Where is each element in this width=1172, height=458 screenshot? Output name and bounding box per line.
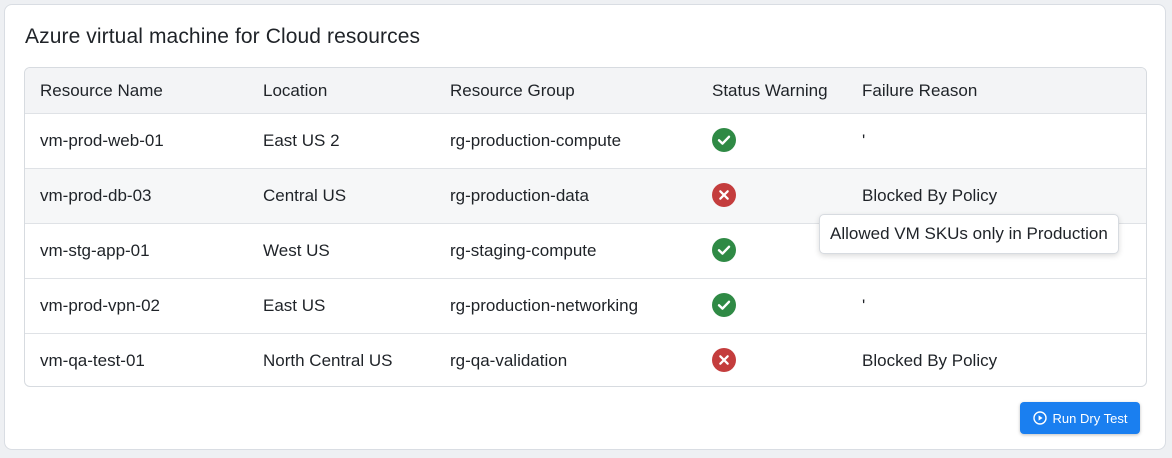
location-cell: North Central US <box>263 350 393 370</box>
table-row[interactable]: vm-prod-vpn-02 East US rg-production-net… <box>25 278 1146 333</box>
failure-reason-cell: ' <box>862 130 866 150</box>
resource-name-cell: vm-qa-test-01 <box>40 350 145 370</box>
run-dry-test-label: Run Dry Test <box>1052 410 1128 426</box>
resource-name-cell: vm-prod-db-03 <box>40 185 152 205</box>
table-header-row: Resource Name Location Resource Group St… <box>25 68 1146 113</box>
x-circle-icon[interactable] <box>712 347 736 372</box>
location-cell: East US 2 <box>263 130 340 150</box>
resource-name-cell: vm-prod-web-01 <box>40 130 164 150</box>
resource-group-cell: rg-qa-validation <box>450 350 568 370</box>
header-failure-reason[interactable]: Failure Reason <box>847 68 1146 113</box>
header-status-warning[interactable]: Status Warning <box>697 68 847 113</box>
header-location[interactable]: Location <box>248 68 435 113</box>
run-dry-test-button[interactable]: Run Dry Test <box>1020 402 1140 434</box>
check-circle-icon[interactable] <box>712 292 736 317</box>
policy-tooltip: Allowed VM SKUs only in Production <box>819 214 1119 254</box>
status-cell <box>697 113 847 168</box>
failure-reason-cell: Blocked By Policy <box>862 350 998 370</box>
location-cell: West US <box>263 240 330 260</box>
card-title: Azure virtual machine for Cloud resource… <box>25 25 421 48</box>
location-cell: Central US <box>263 185 347 205</box>
resource-group-cell: rg-production-compute <box>450 130 622 150</box>
resource-group-cell: rg-production-data <box>450 185 589 205</box>
resource-group-cell: rg-staging-compute <box>450 240 597 260</box>
header-resource-name[interactable]: Resource Name <box>25 68 248 113</box>
resource-name-cell: vm-stg-app-01 <box>40 240 150 260</box>
resource-name-cell: vm-prod-vpn-02 <box>40 295 160 315</box>
table-row[interactable]: vm-prod-web-01 East US 2 rg-production-c… <box>25 113 1146 168</box>
resources-card: Azure virtual machine for Cloud resource… <box>4 4 1166 450</box>
header-resource-group[interactable]: Resource Group <box>435 68 697 113</box>
location-cell: East US <box>263 295 326 315</box>
check-circle-icon[interactable] <box>712 237 736 262</box>
resource-group-cell: rg-production-networking <box>450 295 639 315</box>
failure-reason-cell: ' <box>862 295 866 315</box>
status-cell <box>697 333 847 386</box>
table-row[interactable]: vm-qa-test-01 North Central US rg-qa-val… <box>25 333 1146 386</box>
check-circle-icon[interactable] <box>712 127 736 152</box>
play-circle-icon <box>1032 411 1047 425</box>
x-circle-icon[interactable] <box>712 182 736 207</box>
status-cell <box>697 278 847 333</box>
